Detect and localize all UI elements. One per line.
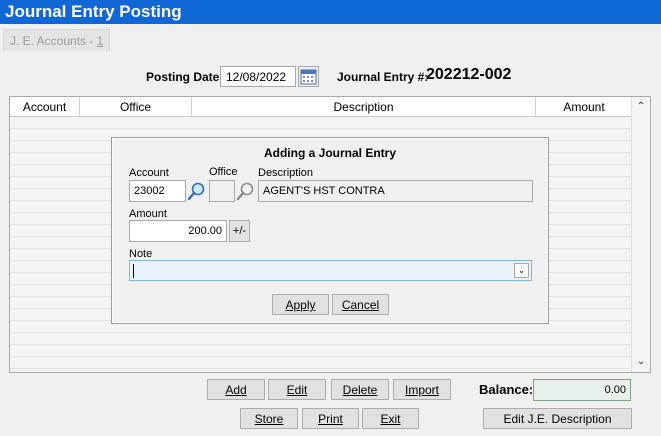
description-label: Description bbox=[258, 167, 314, 179]
scroll-up-icon[interactable]: ⌃ bbox=[636, 101, 646, 113]
note-label: Note bbox=[129, 248, 153, 260]
column-account[interactable]: Account bbox=[10, 97, 80, 117]
tab-count: 1 bbox=[96, 34, 104, 48]
posting-date-label: Posting Date: bbox=[146, 70, 224, 84]
account-label: Account bbox=[129, 167, 169, 179]
chevron-down-icon[interactable]: ⌄ bbox=[514, 263, 529, 278]
note-combobox[interactable]: ⌄ bbox=[129, 260, 532, 281]
amount-label: Amount bbox=[129, 208, 167, 220]
edit-button[interactable]: Edit bbox=[268, 379, 326, 400]
amount-field[interactable]: 200.00 bbox=[129, 220, 227, 242]
magnifier-icon bbox=[236, 182, 254, 201]
edit-je-description-button[interactable]: Edit J.E. Description bbox=[483, 408, 632, 429]
balance-field: 0.00 bbox=[533, 379, 631, 401]
grid-scrollbar[interactable]: ⌃ ⌄ bbox=[631, 97, 650, 372]
import-button[interactable]: Import bbox=[393, 379, 451, 400]
journal-entry-label: Journal Entry #: bbox=[337, 70, 429, 84]
office-lookup-button[interactable] bbox=[236, 180, 256, 202]
office-label: Office bbox=[209, 166, 238, 178]
calendar-button[interactable] bbox=[298, 66, 319, 87]
tab-label: J. E. Accounts - bbox=[10, 34, 97, 48]
window-title: Journal Entry Posting bbox=[0, 0, 661, 24]
column-office[interactable]: Office bbox=[80, 97, 192, 117]
description-field[interactable]: AGENT'S HST CONTRA bbox=[258, 180, 533, 202]
text-cursor bbox=[133, 263, 134, 278]
account-field[interactable]: 23002 bbox=[129, 180, 186, 202]
posting-date-field[interactable]: 12/08/2022 bbox=[220, 66, 296, 87]
add-journal-entry-dialog: Adding a Journal Entry Account 23002 Off… bbox=[111, 137, 549, 324]
calendar-icon bbox=[300, 69, 317, 85]
print-button[interactable]: Print bbox=[302, 408, 359, 429]
balance-label: Balance: bbox=[479, 382, 534, 397]
scroll-down-icon[interactable]: ⌄ bbox=[636, 356, 646, 368]
cancel-button[interactable]: Cancel bbox=[332, 294, 389, 315]
column-amount[interactable]: Amount bbox=[536, 97, 632, 117]
add-button[interactable]: Add bbox=[207, 379, 265, 400]
grid-header: Account Office Description Amount bbox=[10, 97, 632, 117]
office-field[interactable] bbox=[209, 180, 235, 202]
exit-button[interactable]: Exit bbox=[362, 408, 419, 429]
apply-button[interactable]: Apply bbox=[272, 294, 329, 315]
store-button[interactable]: Store bbox=[240, 408, 298, 429]
delete-button[interactable]: Delete bbox=[331, 379, 389, 400]
account-lookup-button[interactable] bbox=[187, 180, 207, 202]
column-description[interactable]: Description bbox=[192, 97, 536, 117]
magnifier-icon bbox=[187, 182, 205, 201]
tab-je-accounts[interactable]: J. E. Accounts - 1 bbox=[3, 29, 110, 51]
journal-entry-number: 202212-002 bbox=[426, 66, 512, 83]
dialog-title: Adding a Journal Entry bbox=[263, 146, 396, 160]
sign-toggle-button[interactable]: +/- bbox=[229, 220, 250, 242]
